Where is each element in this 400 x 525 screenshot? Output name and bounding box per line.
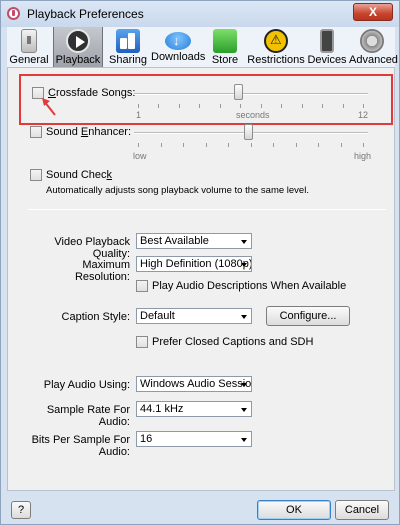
max-resolution-select[interactable]: High Definition (1080p)	[136, 256, 252, 272]
audio-descriptions-checkbox-row[interactable]: Play Audio Descriptions When Available	[136, 280, 346, 292]
bits-per-sample-label: Bits Per Sample For Audio:	[31, 434, 130, 458]
sound-enhancer-ticks	[138, 143, 364, 147]
gear-icon	[360, 29, 384, 53]
sound-enhancer-scale-max: high	[354, 151, 372, 161]
video-quality-select[interactable]: Best Available	[136, 233, 252, 249]
caption-style-label: Caption Style:	[61, 311, 130, 323]
store-icon	[213, 29, 237, 53]
video-quality-label: Video Playback Quality:	[54, 236, 130, 260]
chevron-down-icon	[241, 315, 247, 319]
bits-per-sample-value: 16	[140, 433, 153, 445]
tab-downloads[interactable]: Downloads	[151, 27, 205, 67]
sound-check-checkbox[interactable]	[30, 169, 42, 181]
audio-descriptions-label: Play Audio Descriptions When Available	[152, 280, 347, 292]
tab-label: Playback	[55, 54, 101, 66]
sound-enhancer-slider-thumb[interactable]	[244, 124, 253, 140]
playback-panel: Crossfade Songs: 1 seconds 12 Sound Enha…	[7, 67, 395, 491]
crossfade-scale-unit: seconds	[236, 110, 270, 120]
tab-playback[interactable]: Playback	[53, 27, 103, 67]
separator	[28, 209, 386, 210]
tab-label: Advanced	[349, 54, 398, 66]
sound-enhancer-checkbox[interactable]	[30, 126, 42, 138]
sample-rate-label: Sample Rate For Audio:	[46, 404, 130, 428]
prefer-cc-checkbox-row[interactable]: Prefer Closed Captions and SDH	[136, 336, 313, 348]
crossfade-scale-min: 1	[136, 110, 142, 120]
highlight-box	[19, 74, 393, 125]
preferences-tabs: General Playback Sharing Downloads Store…	[7, 27, 398, 67]
close-button[interactable]: X	[353, 3, 393, 21]
tab-label: Restrictions	[247, 54, 305, 66]
play-audio-using-label: Play Audio Using:	[43, 379, 130, 391]
audio-descriptions-checkbox[interactable]	[136, 280, 148, 292]
preferences-window: Playback Preferences X General Playback …	[0, 0, 400, 525]
window-title: Playback Preferences	[27, 7, 144, 21]
tab-label: General	[9, 54, 49, 66]
itunes-icon	[7, 7, 20, 20]
tab-store[interactable]: Store	[207, 27, 243, 67]
general-icon	[21, 29, 37, 53]
sound-enhancer-scale-min: low	[133, 151, 147, 161]
caption-style-select[interactable]: Default	[136, 308, 252, 324]
max-resolution-label: Maximum Resolution:	[74, 259, 130, 283]
bits-per-sample-select[interactable]: 16	[136, 431, 252, 447]
play-audio-using-select[interactable]: Windows Audio Session	[136, 376, 252, 392]
chevron-down-icon	[241, 438, 247, 442]
chevron-down-icon	[241, 383, 247, 387]
tab-label: Store	[211, 54, 239, 66]
chevron-down-icon	[241, 408, 247, 412]
sound-check-description: Automatically adjusts song playback volu…	[46, 185, 309, 196]
sound-check-checkbox-row[interactable]: Sound Check	[30, 169, 112, 181]
tab-advanced[interactable]: Advanced	[349, 27, 398, 67]
tab-label: Sharing	[109, 54, 147, 66]
tab-general[interactable]: General	[9, 27, 49, 67]
tab-restrictions[interactable]: Restrictions	[247, 27, 305, 67]
chevron-down-icon	[241, 263, 247, 267]
crossfade-ticks	[138, 104, 364, 108]
tab-label: Devices	[307, 54, 347, 66]
crossfade-label: Crossfade Songs:	[48, 87, 136, 99]
restrictions-icon	[264, 29, 288, 53]
max-resolution-value: High Definition (1080p)	[140, 258, 252, 270]
crossfade-scale-max: 12	[358, 110, 369, 120]
red-arrow-annotation	[42, 98, 56, 116]
play-audio-using-value: Windows Audio Session	[140, 378, 252, 390]
sample-rate-value: 44.1 kHz	[140, 403, 184, 415]
sound-enhancer-label: Sound Enhancer:	[46, 126, 132, 138]
tab-sharing[interactable]: Sharing	[107, 27, 149, 67]
prefer-cc-label: Prefer Closed Captions and SDH	[152, 336, 314, 348]
configure-button[interactable]: Configure...	[266, 306, 350, 326]
sample-rate-select[interactable]: 44.1 kHz	[136, 401, 252, 417]
sharing-icon	[116, 29, 140, 53]
cancel-button[interactable]: Cancel	[335, 500, 389, 520]
help-button[interactable]: ?	[11, 501, 31, 519]
download-icon	[165, 32, 191, 50]
video-quality-value: Best Available	[140, 235, 209, 247]
sound-enhancer-checkbox-row[interactable]: Sound Enhancer:	[30, 126, 131, 138]
tab-devices[interactable]: Devices	[307, 27, 347, 67]
crossfade-slider-track[interactable]	[134, 93, 368, 95]
title-bar: Playback Preferences X	[1, 1, 399, 27]
ok-button[interactable]: OK	[257, 500, 331, 520]
crossfade-slider-thumb[interactable]	[234, 84, 243, 100]
sound-check-label: Sound Check	[46, 169, 113, 181]
devices-icon	[320, 29, 334, 53]
caption-style-value: Default	[140, 310, 175, 322]
tab-label: Downloads	[151, 51, 206, 63]
play-icon	[66, 29, 90, 53]
chevron-down-icon	[241, 240, 247, 244]
prefer-cc-checkbox[interactable]	[136, 336, 148, 348]
